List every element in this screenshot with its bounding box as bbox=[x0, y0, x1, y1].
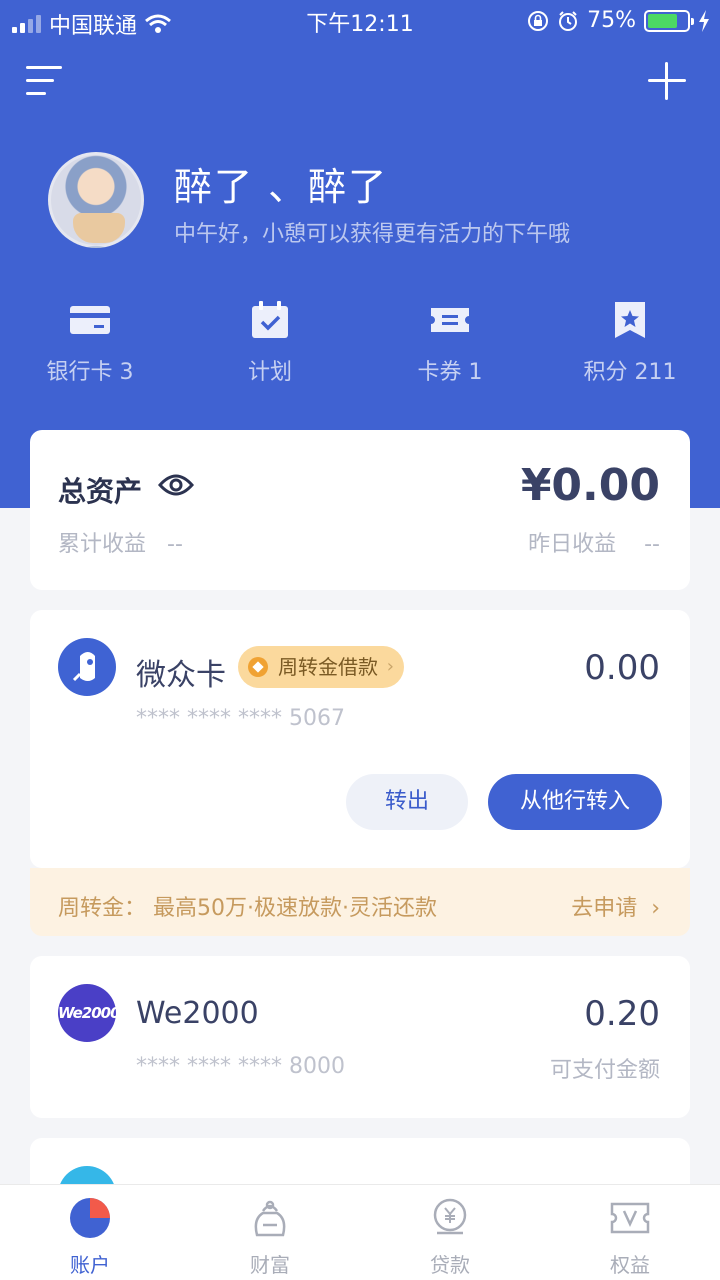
bottom-tab-bar: 账户 财富 贷款 权益 bbox=[0, 1184, 720, 1280]
we2000-balance: 0.20 bbox=[584, 994, 660, 1034]
quick-link-coupons[interactable]: 卡券 1 bbox=[360, 300, 540, 386]
tab-wealth[interactable]: 财富 bbox=[180, 1185, 360, 1280]
avatar[interactable] bbox=[48, 152, 144, 248]
weizhong-card-balance: 0.00 bbox=[584, 648, 660, 688]
money-bag-icon bbox=[249, 1197, 291, 1239]
alarm-icon bbox=[559, 10, 578, 31]
tab-loans[interactable]: 贷款 bbox=[360, 1185, 540, 1280]
weizhong-logo-icon bbox=[58, 638, 116, 696]
chevron-right-icon: › bbox=[386, 656, 394, 677]
user-name: 醉了 、醉了 bbox=[174, 165, 389, 209]
battery-icon bbox=[644, 9, 694, 32]
calendar-check-icon bbox=[248, 300, 292, 340]
weizhong-card-number: **** **** **** 5067 bbox=[136, 706, 345, 731]
quick-link-points[interactable]: 积分 211 bbox=[540, 300, 720, 386]
total-assets-card[interactable]: 总资产 ¥0.00 累计收益 -- 昨日收益 -- bbox=[30, 430, 690, 590]
we2000-card-number: **** **** **** 8000 bbox=[136, 1054, 345, 1079]
add-icon[interactable] bbox=[648, 62, 686, 100]
vip-ticket-icon bbox=[609, 1197, 651, 1239]
coin-icon bbox=[248, 657, 268, 677]
we2000-card-name: We2000 bbox=[136, 996, 259, 1031]
menu-icon[interactable] bbox=[26, 64, 62, 98]
total-assets-amount: ¥0.00 bbox=[520, 460, 660, 511]
quick-link-plan[interactable]: 计划 bbox=[180, 300, 360, 386]
available-amount-label: 可支付金额 bbox=[549, 1058, 660, 1083]
status-bar: 中国联通 下午12:11 75% bbox=[0, 0, 720, 40]
cumulative-earnings: 累计收益 -- bbox=[58, 532, 183, 557]
we2000-logo: We2000 bbox=[58, 984, 121, 1042]
greeting-text: 中午好，小憩可以获得更有活力的下午哦 bbox=[174, 222, 571, 247]
battery-percent: 75% bbox=[587, 8, 636, 33]
apply-link[interactable]: 去申请 › bbox=[571, 890, 660, 922]
total-assets-title: 总资产 bbox=[58, 475, 143, 508]
yen-coin-icon bbox=[429, 1197, 471, 1239]
transfer-in-button[interactable]: 从他行转入 bbox=[488, 774, 662, 830]
rotation-lock-icon bbox=[528, 10, 549, 31]
eye-icon[interactable] bbox=[157, 470, 195, 500]
pie-chart-icon bbox=[69, 1197, 111, 1239]
bookmark-star-icon bbox=[608, 300, 652, 340]
we2000-card[interactable]: We2000 We2000 0.20 **** **** **** 8000 可… bbox=[30, 956, 690, 1118]
weizhong-card-name: 微众卡 bbox=[136, 658, 226, 693]
charging-bolt-icon bbox=[699, 9, 709, 32]
ticket-icon bbox=[428, 300, 472, 340]
tab-benefits[interactable]: 权益 bbox=[540, 1185, 720, 1280]
bank-card-icon bbox=[68, 300, 112, 340]
loan-promo-banner[interactable]: 周转金： 最高50万·极速放款·灵活还款 去申请 › bbox=[30, 868, 690, 936]
promo-text: 周转金： 最高50万·极速放款·灵活还款 bbox=[58, 896, 437, 921]
weizhong-card[interactable]: 微众卡 周转金借款 › 0.00 **** **** **** 5067 转出 … bbox=[30, 610, 690, 868]
tab-account[interactable]: 账户 bbox=[0, 1185, 180, 1280]
quick-link-bank-cards[interactable]: 银行卡 3 bbox=[0, 300, 180, 386]
loan-tag[interactable]: 周转金借款 › bbox=[238, 646, 404, 688]
transfer-out-button[interactable]: 转出 bbox=[346, 774, 468, 830]
chevron-right-icon: › bbox=[644, 896, 660, 921]
yesterday-earnings: 昨日收益 -- bbox=[528, 532, 660, 557]
